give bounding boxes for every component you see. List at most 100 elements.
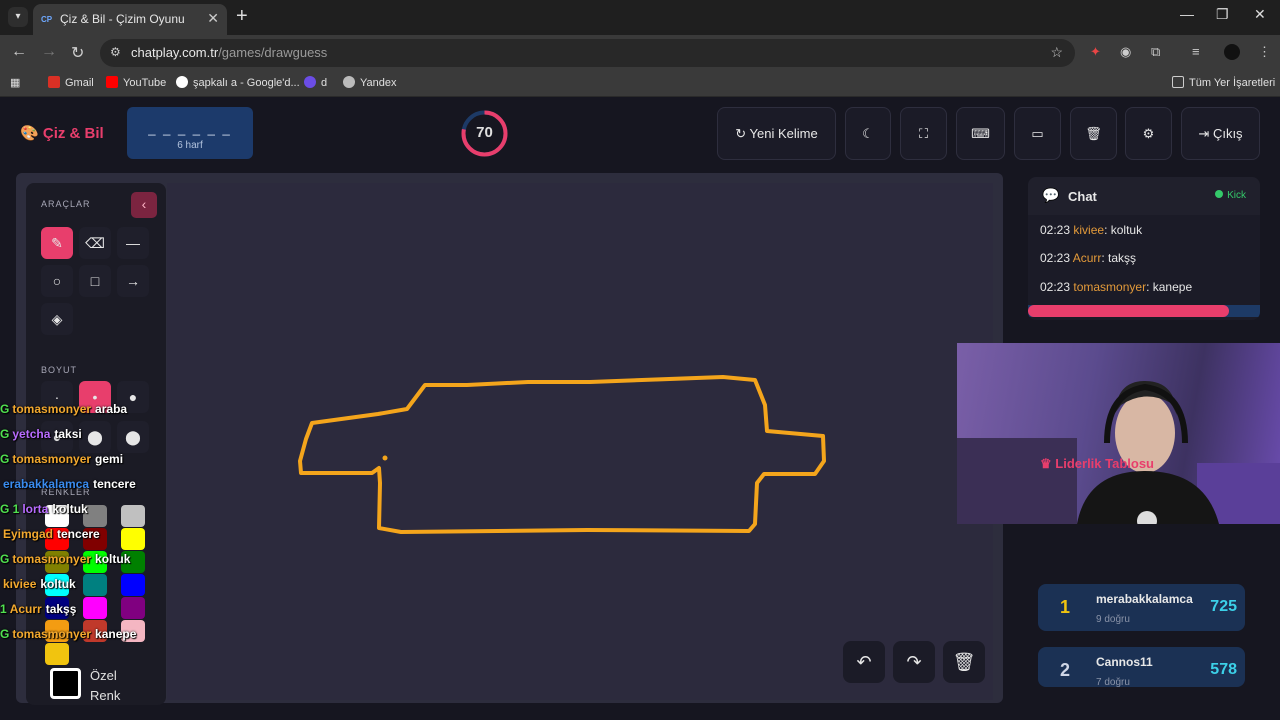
arrow-icon: → (126, 273, 140, 289)
color-swatch[interactable] (121, 597, 145, 619)
overlay-chat-line: Gtomasmonyer gemi (0, 452, 123, 466)
all-bookmarks[interactable]: Tüm Yer İşaretleri (1172, 76, 1275, 89)
media-icon[interactable]: ≡ (1192, 44, 1200, 59)
brush-icon: ✎ (51, 235, 63, 251)
custom-color-swatch (50, 668, 81, 699)
overlay-user: Eyimgad (3, 527, 54, 541)
extension-icon[interactable]: ◉ (1120, 44, 1131, 60)
exit-button[interactable]: ⇥ Çıkış (1181, 107, 1260, 160)
close-tab-icon[interactable]: ✕ (207, 10, 219, 27)
keyboard-icon: ⌨ (971, 126, 990, 141)
archive-icon: ▭ (1031, 126, 1044, 141)
overlay-user: kiviee (3, 577, 37, 591)
profile-avatar[interactable] (1224, 44, 1240, 60)
maximize-icon[interactable]: ❐ (1216, 6, 1229, 23)
address-bar[interactable]: ⚙ chatplay.com.tr/games/drawguess ☆ (100, 39, 1075, 67)
apps-icon[interactable]: ▦ (10, 76, 20, 89)
color-swatch[interactable] (121, 574, 145, 596)
brush-tool[interactable]: ✎ (41, 227, 73, 259)
color-swatch[interactable] (121, 505, 145, 527)
tab-search-button[interactable]: ▾ (8, 7, 28, 27)
browser-tabstrip: ▾ CP Çiz & Bil - Çizim Oyunu ✕ + — ❐ ✕ (0, 0, 1280, 35)
overlay-user: tomasmonyer (12, 552, 92, 566)
size-xxlarge[interactable]: ⬤ (79, 421, 111, 453)
puzzle-icon[interactable]: ⧉ (1151, 44, 1160, 60)
bookmark-youtube[interactable]: YouTube (106, 76, 166, 89)
extension-icon[interactable]: ✦ (1090, 44, 1101, 60)
bookmark-d[interactable]: d (304, 76, 327, 89)
overlay-chat-line: 1 Acurr takşş (0, 602, 76, 616)
undo-button[interactable]: ↶ (843, 641, 885, 683)
overlay-message: koltuk (52, 502, 88, 516)
menu-icon[interactable]: ⋮ (1258, 44, 1271, 60)
square-icon: □ (90, 273, 100, 289)
chat-title: Chat (1068, 189, 1097, 204)
eraser-tool[interactable]: ⌫ (79, 227, 111, 259)
overlay-badge: G (0, 552, 10, 566)
collapse-panel-button[interactable]: ‹ (131, 192, 157, 218)
keyboard-button[interactable]: ⌨ (956, 107, 1005, 160)
forward-icon[interactable]: → (41, 43, 57, 61)
url-text: chatplay.com.tr/games/drawguess (131, 45, 328, 60)
overlay-chat-line: kiviee koltuk (0, 577, 76, 591)
player-name: Cannos11 (1096, 655, 1153, 669)
color-swatch[interactable] (83, 574, 107, 596)
new-word-button[interactable]: ↻ Yeni Kelime (717, 107, 836, 160)
back-icon[interactable]: ← (11, 43, 27, 61)
color-swatch[interactable] (121, 528, 145, 550)
circle-icon: ○ (52, 273, 62, 289)
correct-count: 9 doğru (1096, 614, 1130, 625)
line-icon: — (126, 235, 140, 251)
bookmark-gmail[interactable]: Gmail (48, 76, 94, 89)
favicon: CP (41, 15, 53, 24)
overlay-message: taksi (54, 427, 82, 441)
custom-color-button[interactable]: Özel Renk (41, 665, 157, 705)
overlay-message: tencere (57, 527, 100, 541)
redo-button[interactable]: ↷ (893, 641, 935, 683)
chat-panel: 💬 Chat Kick 02:23 kiviee: koltuk 02:23 A… (1028, 177, 1260, 320)
settings-button[interactable]: ⚙ (1125, 107, 1172, 160)
fill-tool[interactable]: ◈ (41, 303, 73, 335)
rectangle-tool[interactable]: □ (79, 265, 111, 297)
leaderboard-row: 1 merabakkalamca 9 doğru 725 (1038, 584, 1245, 631)
size-max[interactable]: ⬤ (117, 421, 149, 453)
browser-tab[interactable]: CP Çiz & Bil - Çizim Oyunu ✕ (33, 4, 227, 35)
fullscreen-button[interactable]: ⛶ (900, 107, 947, 160)
chevron-left-icon: ‹ (141, 196, 147, 212)
crown-icon: ♛ (1040, 456, 1052, 471)
overlay-user: Acurr (9, 602, 42, 616)
overlay-message: gemi (95, 452, 124, 466)
color-swatch[interactable] (45, 643, 69, 665)
site-info-icon[interactable]: ⚙ (110, 45, 121, 59)
overlay-message: takşş (45, 602, 77, 616)
trash-icon: 🗑 (1085, 126, 1102, 141)
color-swatch[interactable] (83, 597, 107, 619)
overlay-message: koltuk (40, 577, 76, 591)
bookmark-star-icon[interactable]: ☆ (1050, 44, 1063, 61)
chat-icon: 💬 (1042, 187, 1060, 203)
arrow-tool[interactable]: → (117, 265, 149, 297)
reload-icon[interactable]: ↻ (71, 43, 84, 63)
new-tab-button[interactable]: + (236, 5, 248, 28)
chat-message: 02:23 tomasmonyer: kanepe (1040, 280, 1193, 294)
overlay-user: erabakkalamca (3, 477, 90, 491)
overlay-chat-line: Eyimgad tencere (0, 527, 100, 541)
dark-mode-button[interactable]: ☾ (845, 107, 891, 160)
trash-button[interactable]: 🗑 (1070, 107, 1117, 160)
drawing-canvas[interactable] (167, 183, 993, 700)
leaderboard-row: 2 Cannos11 7 doğru 578 (1038, 647, 1245, 688)
clear-canvas-button[interactable]: 🗑 (943, 641, 985, 683)
archive-button[interactable]: ▭ (1014, 107, 1061, 160)
rank: 2 (1060, 660, 1071, 680)
circle-tool[interactable]: ○ (41, 265, 73, 297)
overlay-badge: G (0, 452, 10, 466)
minimize-icon[interactable]: — (1180, 6, 1194, 22)
drawing (298, 375, 826, 534)
overlay-message: tencere (93, 477, 136, 491)
moon-icon: ☾ (862, 126, 874, 141)
close-window-icon[interactable]: ✕ (1254, 6, 1266, 23)
bookmark-yandex[interactable]: Yandex (343, 76, 397, 89)
line-tool[interactable]: — (117, 227, 149, 259)
timer-value: 70 (476, 124, 493, 141)
bookmark-google[interactable]: şapkalı a - Google'd... (176, 76, 300, 89)
